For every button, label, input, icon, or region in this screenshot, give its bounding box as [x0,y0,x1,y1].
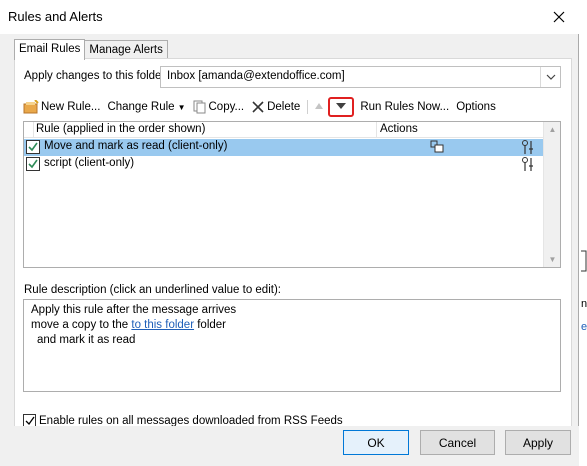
email-rules-panel: Apply changes to this folder: Inbox [ama… [14,58,572,458]
rule-description-label: Rule description (click an underlined va… [24,284,281,296]
tab-manage-alerts[interactable]: Manage Alerts [85,40,168,59]
copy-button[interactable]: Copy... [193,100,245,114]
rules-list[interactable]: Rule (applied in the order shown) Action… [23,121,561,268]
folder-select[interactable]: Inbox [amanda@extendoffice.com] [160,66,561,88]
copy-icon [193,100,207,114]
rules-list-scrollbar[interactable]: ▲ ▼ [543,122,560,267]
rule-checkbox[interactable] [26,157,40,171]
options-label: Options [456,101,496,113]
move-to-folder-icon [430,140,444,157]
chevron-down-icon[interactable] [540,67,560,87]
column-header-rule[interactable]: Rule (applied in the order shown) [36,123,205,135]
rule-name: Move and mark as read (client-only) [44,140,228,152]
new-rule-button[interactable]: New Rule... [23,100,100,114]
folder-select-value: Inbox [amanda@extendoffice.com] [167,70,345,82]
background-text: e [581,321,587,333]
apply-folder-label: Apply changes to this folder: [24,70,169,82]
tab-strip: Email Rules Manage Alerts [14,39,168,60]
column-header-actions[interactable]: Actions [376,122,418,138]
scroll-down-icon[interactable]: ▼ [544,255,561,264]
dropdown-caret-icon: ▼ [177,102,186,112]
apply-button[interactable]: Apply [505,430,571,455]
change-rule-button[interactable]: Change Rule ▼ [107,101,185,113]
move-down-button[interactable] [328,97,355,117]
run-rules-now-button[interactable]: Run Rules Now... [360,101,449,113]
header-spacer [24,122,34,138]
toolbar-separator [307,100,309,114]
ok-button[interactable]: OK [343,430,409,455]
description-line: and mark it as read [37,334,136,346]
description-line: Apply this rule after the message arrive… [31,304,237,316]
description-text: move a copy to the [31,319,132,331]
rule-row[interactable]: Move and mark as read (client-only) [24,139,543,156]
rules-and-alerts-dialog: Rules and Alerts Email Rules Manage Aler… [0,0,579,466]
description-text: folder [194,319,226,331]
rule-options-icon [521,156,535,176]
rule-row[interactable]: script (client-only) [24,156,543,173]
move-down-icon [335,101,347,113]
rule-name: script (client-only) [44,157,135,169]
close-icon[interactable] [539,0,579,34]
move-up-button[interactable] [314,101,324,113]
options-button[interactable]: Options [456,101,496,113]
rules-toolbar: New Rule... Change Rule ▼ Copy... Delete [23,97,503,117]
background-text: n [581,298,587,310]
dialog-footer: OK Cancel Apply [0,426,579,466]
cancel-button[interactable]: Cancel [420,430,495,455]
dialog-title: Rules and Alerts [8,9,103,24]
tab-email-rules[interactable]: Email Rules [14,39,86,60]
new-rule-label: New Rule... [41,101,101,113]
delete-label: Delete [267,101,301,113]
rss-label: Enable rules on all messages downloaded … [39,414,343,427]
rule-description-box: Apply this rule after the message arrive… [23,299,561,392]
rules-list-header: Rule (applied in the order shown) Action… [24,122,543,138]
new-rule-icon [23,100,39,114]
title-bar: Rules and Alerts [0,0,579,34]
description-line: move a copy to the to this folder folder [31,318,553,333]
folder-link[interactable]: to this folder [131,319,194,331]
copy-label: Copy... [208,101,245,113]
delete-button[interactable]: Delete [251,100,300,114]
delete-x-icon [251,100,265,114]
change-rule-label: Change Rule [107,101,175,113]
run-rules-now-label: Run Rules Now... [360,101,450,113]
move-up-icon [314,101,324,113]
scroll-up-icon[interactable]: ▲ [544,125,561,134]
background-window-edge [580,250,587,272]
rule-checkbox[interactable] [26,140,40,154]
